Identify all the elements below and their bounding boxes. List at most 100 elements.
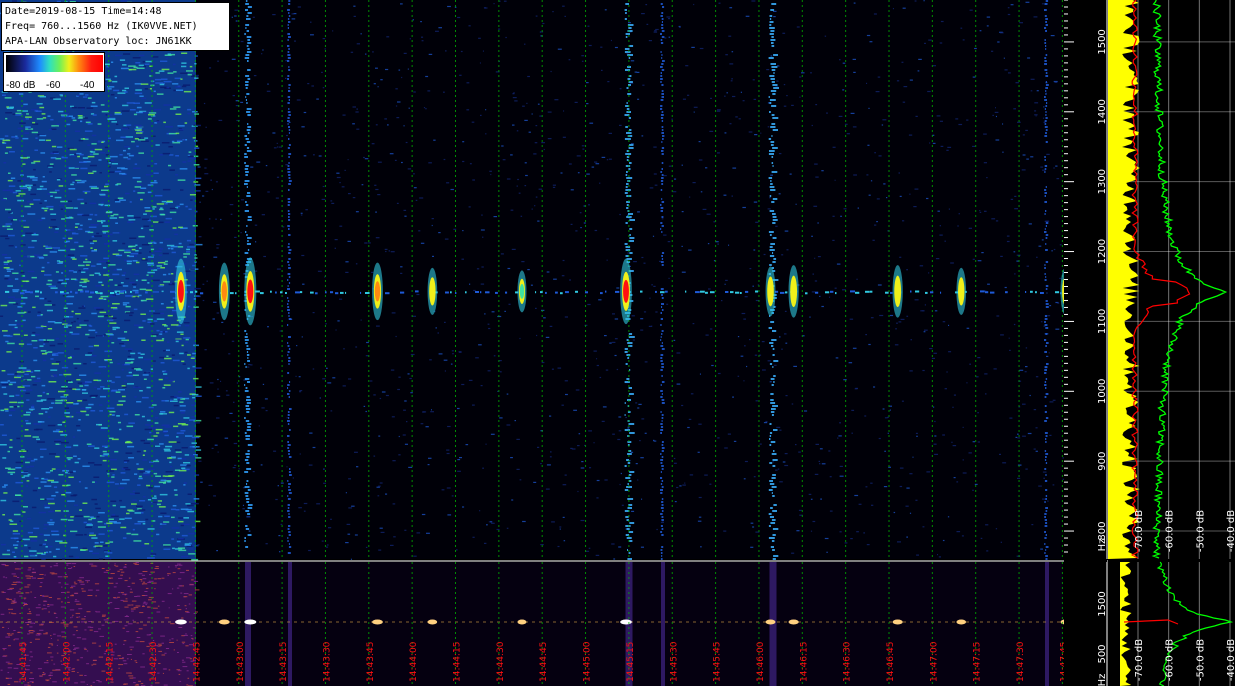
noise-speck bbox=[834, 287, 837, 289]
noise-speck bbox=[112, 474, 115, 476]
noise-speck bbox=[901, 61, 904, 63]
noise-speck bbox=[102, 367, 105, 369]
noise-speck bbox=[115, 201, 121, 203]
noise-speck bbox=[31, 406, 35, 408]
stripe-segment bbox=[661, 330, 664, 332]
noise-speck bbox=[144, 207, 151, 209]
stripe-segment bbox=[660, 318, 663, 320]
noise-speck bbox=[167, 327, 170, 330]
noise-speck bbox=[109, 295, 116, 297]
noise-speck bbox=[962, 426, 964, 428]
noise-speck bbox=[372, 51, 374, 53]
noise-speck bbox=[24, 132, 30, 134]
noise-speck bbox=[9, 409, 16, 412]
noise-speck bbox=[45, 546, 48, 548]
noise-speck bbox=[27, 457, 32, 460]
noise-speck bbox=[277, 485, 279, 487]
noise-speck bbox=[28, 547, 31, 549]
noise-speck bbox=[142, 459, 148, 461]
noise-speck bbox=[56, 123, 60, 126]
noise-speck bbox=[796, 530, 800, 532]
noise-speck bbox=[594, 229, 598, 232]
noise-speck bbox=[24, 205, 31, 208]
stripe-segment bbox=[625, 516, 629, 518]
noise-speck bbox=[706, 213, 711, 215]
overview-speck bbox=[39, 675, 42, 677]
noise-speck bbox=[60, 208, 64, 210]
noise-speck bbox=[717, 243, 719, 245]
carrier-segment bbox=[740, 292, 742, 294]
noise-speck bbox=[9, 523, 18, 525]
noise-speck bbox=[114, 483, 119, 485]
overview-speck bbox=[98, 645, 101, 647]
noise-speck bbox=[115, 293, 120, 295]
noise-speck bbox=[183, 139, 186, 141]
noise-speck bbox=[26, 113, 29, 115]
noise-speck bbox=[0, 138, 5, 140]
stripe-segment bbox=[287, 165, 290, 167]
noise-speck bbox=[102, 230, 110, 233]
noise-speck bbox=[68, 514, 71, 516]
noise-speck bbox=[31, 340, 38, 342]
noise-speck bbox=[413, 187, 417, 189]
stripe-segment bbox=[661, 366, 664, 368]
noise-speck bbox=[50, 213, 57, 215]
noise-speck bbox=[116, 183, 122, 185]
stripe-segment bbox=[246, 111, 251, 113]
noise-speck bbox=[12, 272, 19, 274]
noise-speck bbox=[1009, 349, 1011, 351]
noise-speck bbox=[459, 457, 462, 459]
noise-speck bbox=[125, 362, 133, 364]
noise-speck bbox=[920, 310, 924, 312]
noise-speck bbox=[472, 536, 475, 538]
stripe-segment bbox=[626, 108, 630, 110]
noise-speck bbox=[479, 62, 481, 64]
stripe-segment bbox=[771, 540, 775, 542]
noise-speck bbox=[76, 326, 82, 329]
stripe-segment bbox=[772, 534, 776, 536]
noise-speck bbox=[663, 234, 667, 236]
noise-speck bbox=[663, 175, 667, 177]
noise-speck bbox=[350, 558, 352, 560]
noise-speck bbox=[341, 186, 345, 188]
noise-speck bbox=[1, 384, 9, 386]
stripe-segment bbox=[1044, 543, 1046, 545]
noise-speck bbox=[238, 468, 240, 470]
noise-speck bbox=[7, 468, 16, 470]
noise-speck bbox=[106, 481, 115, 484]
noise-speck bbox=[883, 486, 888, 488]
noise-speck bbox=[167, 247, 171, 250]
noise-speck bbox=[1035, 115, 1037, 117]
noise-speck bbox=[152, 56, 159, 58]
noise-speck bbox=[55, 491, 59, 494]
noise-speck bbox=[74, 130, 81, 132]
stripe-segment bbox=[1044, 99, 1047, 101]
stripe-segment bbox=[244, 57, 250, 59]
noise-speck bbox=[400, 266, 403, 268]
overview-speck bbox=[71, 616, 73, 618]
noise-speck bbox=[176, 205, 181, 208]
noise-speck bbox=[45, 411, 48, 413]
noise-speck bbox=[735, 116, 738, 118]
stripe-segment bbox=[769, 24, 772, 26]
noise-speck bbox=[32, 384, 37, 386]
noise-speck bbox=[24, 373, 29, 376]
noise-speck bbox=[164, 260, 168, 263]
noise-speck bbox=[387, 124, 389, 126]
stripe-segment bbox=[289, 381, 291, 383]
noise-speck bbox=[721, 300, 723, 302]
stripe-segment bbox=[769, 75, 775, 77]
noise-speck bbox=[697, 451, 700, 453]
stripe-segment bbox=[770, 78, 775, 80]
noise-speck bbox=[950, 262, 954, 264]
noise-speck bbox=[672, 191, 677, 193]
stripe-segment bbox=[247, 423, 252, 425]
noise-speck bbox=[75, 556, 79, 559]
stripe-segment bbox=[1046, 363, 1049, 365]
noise-speck bbox=[926, 471, 931, 473]
noise-speck bbox=[74, 348, 80, 350]
noise-speck bbox=[115, 254, 123, 257]
noise-speck bbox=[593, 442, 595, 444]
noise-speck bbox=[55, 455, 60, 458]
noise-speck bbox=[106, 233, 113, 236]
